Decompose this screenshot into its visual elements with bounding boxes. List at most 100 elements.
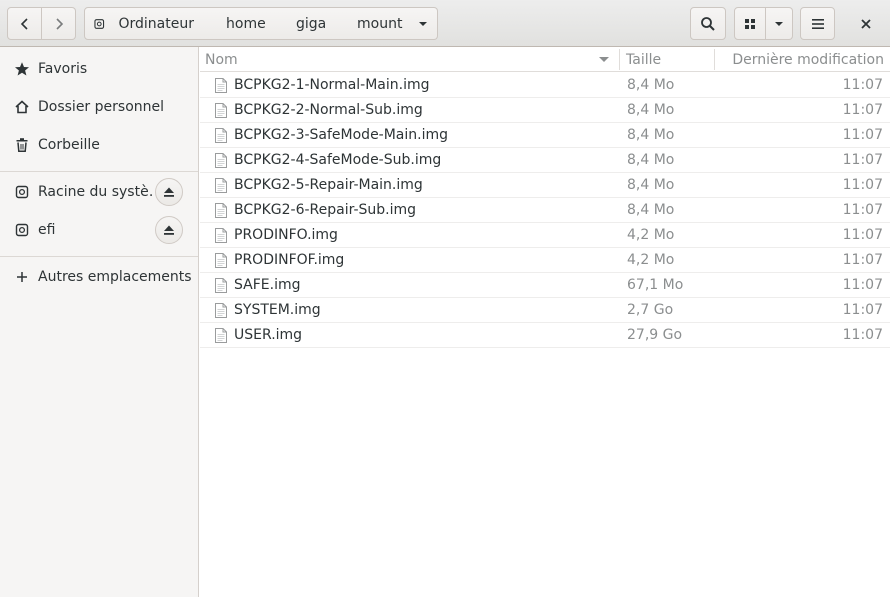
- file-name: BCPKG2-2-Normal-Sub.img: [234, 102, 423, 118]
- dropdown-arrow-icon[interactable]: [417, 18, 429, 30]
- drive-icon: [14, 184, 30, 200]
- file-modified: 11:07: [842, 227, 883, 243]
- file-modified: 11:07: [842, 77, 883, 93]
- file-size: 8,4 Mo: [627, 102, 675, 118]
- file-size: 4,2 Mo: [627, 227, 675, 243]
- eject-button[interactable]: [155, 216, 183, 244]
- file-row[interactable]: BCPKG2-1-Normal-Main.img 8,4 Mo 11:07: [200, 73, 890, 98]
- file-icon: [215, 203, 227, 218]
- file-size: 2,7 Go: [627, 302, 674, 318]
- file-size: 4,2 Mo: [627, 252, 675, 268]
- drive-icon: [14, 222, 30, 238]
- file-name: BCPKG2-1-Normal-Main.img: [234, 77, 430, 93]
- file-row[interactable]: PRODINFOF.img 4,2 Mo 11:07: [200, 248, 890, 273]
- sidebar-item-label: Corbeille: [38, 137, 100, 153]
- column-header-row: Nom Taille Dernière modification: [200, 47, 890, 72]
- file-size: 8,4 Mo: [627, 152, 675, 168]
- file-icon: [215, 103, 227, 118]
- sidebar-item-racine-du-systeme[interactable]: Racine du systè…: [0, 173, 198, 211]
- file-modified: 11:07: [842, 127, 883, 143]
- file-size: 8,4 Mo: [627, 77, 675, 93]
- trash-icon: [14, 137, 30, 153]
- eject-button[interactable]: [155, 178, 183, 206]
- file-name: BCPKG2-4-SafeMode-Sub.img: [234, 152, 442, 168]
- column-header-label: Taille: [626, 51, 662, 68]
- file-name: BCPKG2-3-SafeMode-Main.img: [234, 127, 449, 143]
- file-modified: 11:07: [842, 152, 883, 168]
- main-menu-button[interactable]: [800, 7, 835, 40]
- home-icon: [14, 99, 30, 115]
- breadcrumb-item-ordinateur[interactable]: Ordinateur: [84, 7, 211, 40]
- file-name: SAFE.img: [234, 277, 301, 293]
- file-size: 27,9 Go: [627, 327, 683, 343]
- file-icon: [215, 78, 227, 93]
- column-header-label: Nom: [205, 51, 238, 68]
- grid-view-icon: [745, 18, 755, 29]
- header-bar: Ordinateur home giga mount: [0, 0, 890, 47]
- sidebar-item-corbeille[interactable]: Corbeille: [0, 126, 198, 164]
- sidebar-item-efi[interactable]: efi: [0, 211, 198, 249]
- sidebar-item-label: Racine du systè…: [38, 184, 153, 200]
- file-row[interactable]: BCPKG2-4-SafeMode-Sub.img 8,4 Mo 11:07: [200, 148, 890, 173]
- chevron-right-icon: [55, 17, 63, 30]
- file-name: PRODINFO.img: [234, 227, 338, 243]
- file-size: 8,4 Mo: [627, 202, 675, 218]
- search-icon: [701, 16, 715, 31]
- column-separator: [714, 49, 715, 70]
- file-list: Nom Taille Dernière modification BCPKG2-…: [200, 47, 890, 597]
- eject-icon: [164, 225, 174, 235]
- view-options-button[interactable]: [766, 7, 793, 40]
- file-icon: [215, 328, 227, 343]
- file-icon: [215, 153, 227, 168]
- file-row[interactable]: SAFE.img 67,1 Mo 11:07: [200, 273, 890, 298]
- file-row[interactable]: BCPKG2-5-Repair-Main.img 8,4 Mo 11:07: [200, 173, 890, 198]
- breadcrumb-label: Ordinateur: [118, 15, 195, 32]
- file-icon: [215, 228, 227, 243]
- breadcrumb-item-mount[interactable]: mount: [341, 7, 438, 40]
- forward-button[interactable]: [42, 7, 76, 40]
- sidebar-item-label: Dossier personnel: [38, 99, 165, 115]
- file-modified: 11:07: [842, 277, 883, 293]
- breadcrumb-label: mount: [357, 15, 403, 32]
- close-button[interactable]: [848, 7, 884, 40]
- sidebar-item-autres-emplacements[interactable]: Autres emplacements: [0, 258, 198, 296]
- eject-icon: [164, 187, 174, 197]
- plus-icon: [14, 269, 30, 285]
- sidebar-item-label: Autres emplacements: [38, 269, 192, 285]
- sidebar-item-label: Favoris: [38, 61, 88, 77]
- sort-descending-icon: [599, 57, 609, 62]
- file-name: USER.img: [234, 327, 303, 343]
- search-button[interactable]: [690, 7, 726, 40]
- column-separator: [619, 49, 620, 70]
- sidebar-separator: [0, 171, 198, 172]
- breadcrumb-label: giga: [296, 15, 327, 32]
- file-row[interactable]: BCPKG2-2-Normal-Sub.img 8,4 Mo 11:07: [200, 98, 890, 123]
- file-size: 8,4 Mo: [627, 177, 675, 193]
- file-icon: [215, 128, 227, 143]
- back-button[interactable]: [7, 7, 42, 40]
- view-mode-button[interactable]: [734, 7, 766, 40]
- file-icon: [215, 253, 227, 268]
- sidebar-item-favoris[interactable]: Favoris: [0, 50, 198, 88]
- column-header-size[interactable]: Taille: [626, 47, 712, 72]
- chevron-left-icon: [20, 17, 28, 30]
- file-row[interactable]: USER.img 27,9 Go 11:07: [200, 323, 890, 348]
- chevron-down-icon: [775, 21, 783, 26]
- sidebar-item-dossier-personnel[interactable]: Dossier personnel: [0, 88, 198, 126]
- column-header-modified[interactable]: Dernière modification: [716, 47, 884, 72]
- file-size: 8,4 Mo: [627, 127, 675, 143]
- file-icon: [215, 278, 227, 293]
- file-modified: 11:07: [842, 302, 883, 318]
- file-row[interactable]: BCPKG2-6-Repair-Sub.img 8,4 Mo 11:07: [200, 198, 890, 223]
- file-modified: 11:07: [842, 102, 883, 118]
- file-modified: 11:07: [842, 202, 883, 218]
- file-name: PRODINFOF.img: [234, 252, 345, 268]
- file-row[interactable]: SYSTEM.img 2,7 Go 11:07: [200, 298, 890, 323]
- file-name: BCPKG2-6-Repair-Sub.img: [234, 202, 417, 218]
- file-row[interactable]: PRODINFO.img 4,2 Mo 11:07: [200, 223, 890, 248]
- column-header-name[interactable]: Nom: [205, 47, 615, 72]
- breadcrumb-item-home[interactable]: home: [210, 7, 281, 40]
- file-modified: 11:07: [842, 327, 883, 343]
- file-row[interactable]: BCPKG2-3-SafeMode-Main.img 8,4 Mo 11:07: [200, 123, 890, 148]
- breadcrumb-item-giga[interactable]: giga: [280, 7, 342, 40]
